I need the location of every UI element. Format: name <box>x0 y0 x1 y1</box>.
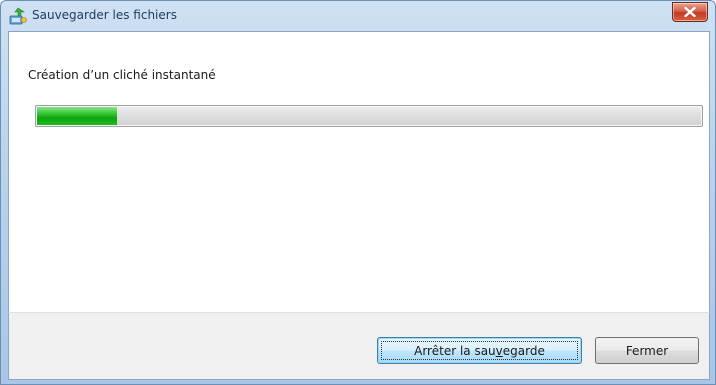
backup-icon <box>9 7 27 25</box>
close-button[interactable]: Fermer <box>595 337 699 364</box>
progress-bar <box>35 105 703 127</box>
dialog-footer: Arrêter la sauvegarde Fermer <box>8 312 710 380</box>
title-bar[interactable]: Sauvegarder les fichiers <box>1 1 715 31</box>
window-title: Sauvegarder les fichiers <box>32 8 177 22</box>
close-button-label: Fermer <box>625 343 669 358</box>
close-icon <box>684 7 696 17</box>
progress-bar-fill <box>37 107 117 125</box>
status-text: Création d’un cliché instantané <box>28 68 216 82</box>
stop-backup-label: Arrêter la sauvegarde <box>414 343 545 358</box>
backup-dialog-window: Sauvegarder les fichiers Création d’un c… <box>0 0 716 385</box>
close-window-button[interactable] <box>672 2 708 22</box>
stop-backup-button[interactable]: Arrêter la sauvegarde <box>377 337 582 364</box>
